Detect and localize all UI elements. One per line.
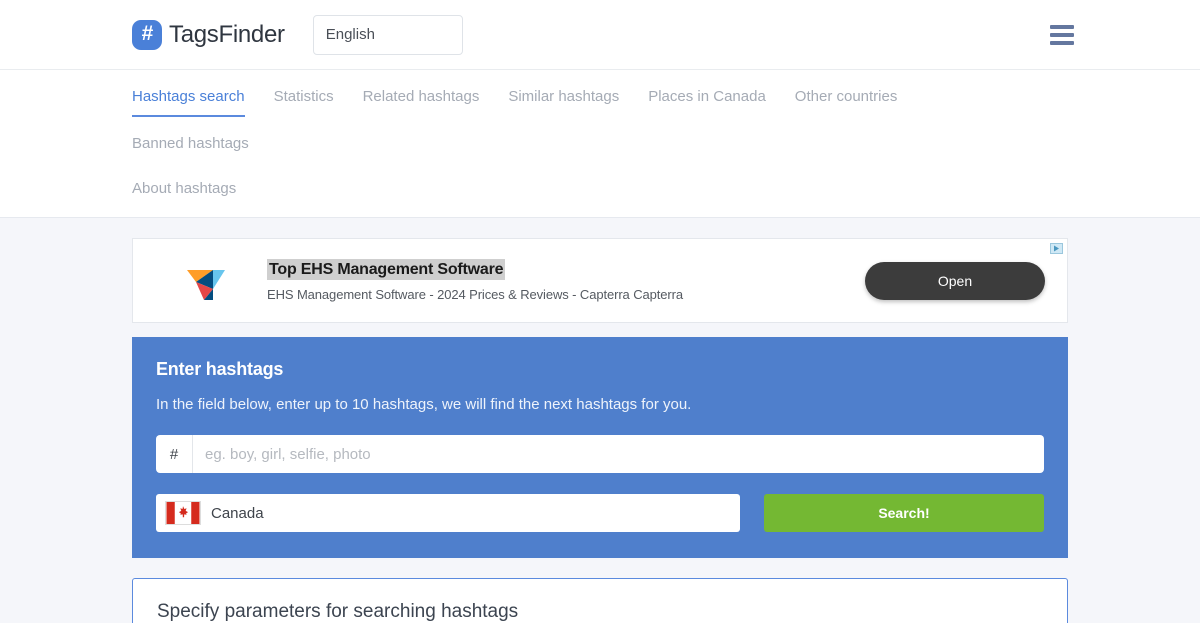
hamburger-bar-3 <box>1050 40 1074 45</box>
nav-item-about-hashtags[interactable]: About hashtags <box>132 172 236 201</box>
ad-description: EHS Management Software - 2024 Prices & … <box>267 287 683 302</box>
main-navigation: Hashtags search Statistics Related hasht… <box>0 70 1200 218</box>
nav-item-banned-hashtags[interactable]: Banned hashtags <box>132 117 249 164</box>
nav-inner: Hashtags search Statistics Related hasht… <box>132 70 1068 201</box>
canada-flag-icon <box>165 501 201 525</box>
site-header: # TagsFinder English <box>0 0 1200 70</box>
adchoices-icon[interactable] <box>1049 242 1064 255</box>
ad-open-button[interactable]: Open <box>865 261 1045 300</box>
hashtag-field-group: # <box>156 435 1044 473</box>
enter-hashtags-panel: Enter hashtags In the field below, enter… <box>132 337 1068 558</box>
nav-item-places-in-canada[interactable]: Places in Canada <box>648 70 766 117</box>
nav-item-related-hashtags[interactable]: Related hashtags <box>363 70 480 117</box>
search-parameters-panel: Specify parameters for searching hashtag… <box>132 578 1068 623</box>
ad-title[interactable]: Top EHS Management Software <box>267 259 506 280</box>
nav-item-hashtags-search[interactable]: Hashtags search <box>132 70 245 117</box>
advertisement-banner[interactable]: Top EHS Management Software EHS Manageme… <box>132 238 1068 323</box>
search-button[interactable]: Search! <box>764 494 1044 532</box>
enter-hashtags-title: Enter hashtags <box>156 359 284 379</box>
country-select[interactable]: Canada <box>156 494 740 532</box>
hash-logo-icon: # <box>132 19 162 50</box>
main-content: Top EHS Management Software EHS Manageme… <box>132 218 1068 623</box>
language-select-value: English <box>325 26 375 43</box>
enter-hashtags-subtitle: In the field below, enter up to 10 hasht… <box>156 396 692 413</box>
parameters-title: Specify parameters for searching hashtag… <box>157 601 519 622</box>
language-select[interactable]: English <box>312 14 463 55</box>
hamburger-bar-1 <box>1050 24 1074 29</box>
capterra-logo-icon <box>187 269 225 300</box>
country-select-value: Canada <box>211 504 264 522</box>
header-inner: # TagsFinder English <box>132 0 1074 69</box>
hamburger-bar-2 <box>1050 32 1074 37</box>
brand-name: TagsFinder <box>169 20 285 48</box>
ad-text-block: Top EHS Management Software EHS Manageme… <box>267 259 865 302</box>
brand-logo[interactable]: # TagsFinder <box>132 19 285 50</box>
hash-prefix-icon: # <box>156 435 193 473</box>
nav-item-statistics[interactable]: Statistics <box>274 70 334 117</box>
hamburger-icon[interactable] <box>1050 24 1074 45</box>
hashtag-input[interactable] <box>193 435 1044 473</box>
country-search-row: Canada Search! <box>156 494 1044 532</box>
nav-second-row: About hashtags <box>132 172 1068 201</box>
nav-item-other-countries[interactable]: Other countries <box>795 70 898 117</box>
nav-item-similar-hashtags[interactable]: Similar hashtags <box>508 70 619 117</box>
